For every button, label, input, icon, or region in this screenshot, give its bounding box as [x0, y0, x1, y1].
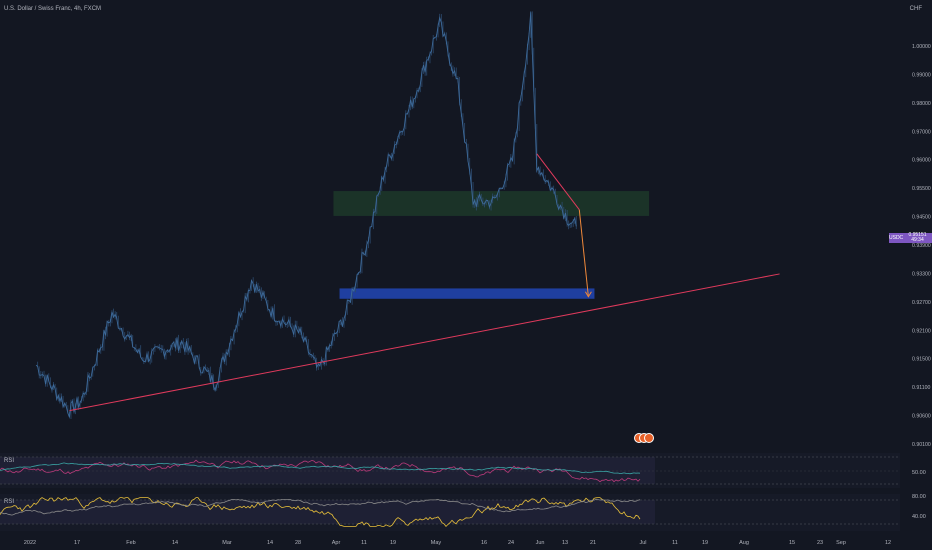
time-axis-label: Jul: [639, 540, 646, 546]
time-axis-label: 28: [295, 540, 301, 546]
time-axis-label: 12: [885, 540, 891, 546]
rsi-pane-2: [0, 494, 900, 531]
rsi-pane-1: [0, 453, 900, 488]
rsi-level-80: 80.00: [912, 494, 926, 500]
time-axis-label: 11: [361, 540, 367, 546]
time-axis-label: Aug: [739, 540, 749, 546]
price-axis-label: 1.00000: [912, 44, 931, 50]
price-axis-label: 0.95500: [912, 186, 931, 192]
time-axis-label: 2022: [24, 540, 36, 546]
price-axis-label: 0.98000: [912, 101, 931, 107]
price-tag-countdown: 49:34: [911, 237, 924, 243]
rsi-level-50: 50.00: [912, 470, 926, 476]
time-axis-label: 21: [590, 540, 596, 546]
price-axis-label: 0.96000: [912, 158, 931, 164]
time-axis-label: 24: [508, 540, 514, 546]
time-axis-label: 16: [481, 540, 487, 546]
price-axis-label: 0.93300: [912, 271, 931, 277]
time-axis-label: Apr: [332, 540, 341, 546]
events-icon[interactable]: [634, 432, 656, 444]
time-axis-label: 13: [562, 540, 568, 546]
time-axis-label: Feb: [126, 540, 135, 546]
projection-arrow[interactable]: [578, 209, 589, 297]
time-axis-label: 15: [789, 540, 795, 546]
rsi-level-40: 40.00: [912, 514, 926, 520]
price-axis-label: 0.97000: [912, 129, 931, 135]
price-axis-label: 0.92100: [912, 328, 931, 334]
time-axis[interactable]: 2022 17 Feb 14 Mar 14 28 Apr 11 19 May 16 24 Jun 13 21 J…: [24, 540, 891, 546]
time-axis-label: Sep: [836, 540, 846, 546]
rsi-label-2: RSI: [4, 499, 14, 505]
target-zone[interactable]: [339, 288, 595, 299]
price-axis-label: 0.90600: [912, 414, 931, 420]
time-axis-label: Jun: [536, 540, 545, 546]
price-axis[interactable]: 1.00000 0.99000 0.98000 0.97000 0.96000 0.955…: [912, 44, 931, 448]
time-axis-label: 19: [702, 540, 708, 546]
time-axis-label: May: [431, 540, 442, 546]
time-axis-label: 19: [390, 540, 396, 546]
price-axis-label: 0.94500: [912, 215, 931, 221]
price-axis-label: 0.90100: [912, 442, 931, 448]
time-axis-label: 17: [74, 540, 80, 546]
price-axis-label: 0.92700: [912, 300, 931, 306]
price-axis-label: 0.91100: [912, 385, 930, 391]
price-tag: 0.95151 49:34: [903, 233, 932, 243]
time-axis-label: 23: [817, 540, 823, 546]
price-axis-label: 0.93900: [912, 243, 931, 249]
price-axis-label: 0.91500: [912, 357, 931, 363]
rsi-label-1: RSI: [4, 458, 14, 464]
time-axis-label: Mar: [222, 540, 232, 546]
price-axis-label: 0.99000: [912, 72, 931, 78]
time-axis-label: 14: [267, 540, 273, 546]
symbol-tag: USDCHF: [889, 233, 910, 243]
price-chart[interactable]: RSI RSI 50.00 80.00 40.00 1.00000 0.99000…: [0, 0, 932, 550]
time-axis-label: 14: [172, 540, 178, 546]
time-axis-label: 11: [672, 540, 678, 546]
